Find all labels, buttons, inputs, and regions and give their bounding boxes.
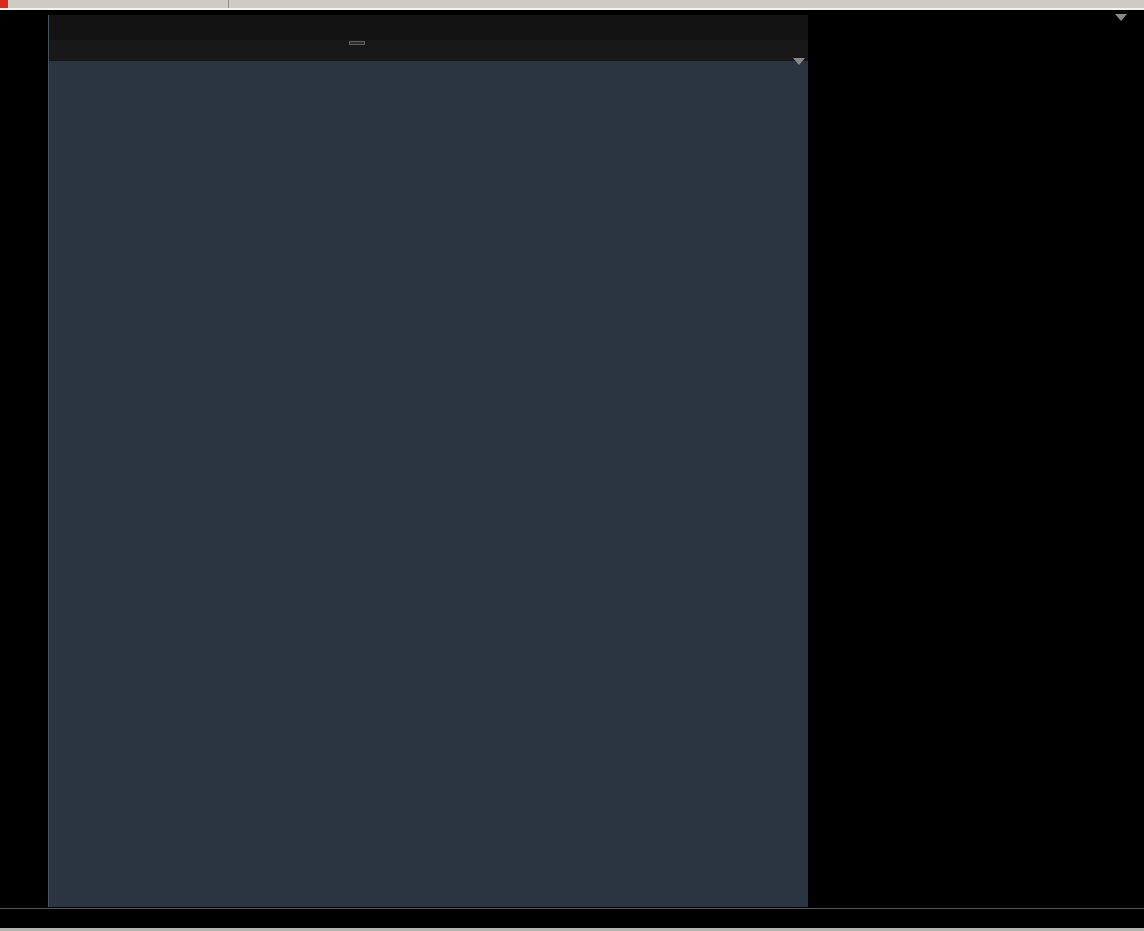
toolbar-divider bbox=[228, 0, 229, 8]
axis-line bbox=[0, 908, 1144, 909]
chart-scroll-icon[interactable] bbox=[1115, 14, 1127, 21]
toolbar-strip bbox=[0, 0, 1144, 10]
trading-app-screen: { "colors":{"yellow":"#d2ab15","green":"… bbox=[0, 0, 1144, 931]
stats-table bbox=[49, 61, 808, 907]
timeframe-toolbar bbox=[0, 0, 1144, 12]
panel-title bbox=[49, 15, 808, 40]
time-axis[interactable] bbox=[0, 907, 1144, 928]
path-button[interactable] bbox=[349, 41, 365, 45]
annotation-box-pl bbox=[0, 0, 8, 8]
panel-scroll-icon[interactable] bbox=[793, 58, 805, 65]
panel-menubar bbox=[49, 40, 808, 61]
mtdriver-stats-panel bbox=[48, 15, 808, 907]
